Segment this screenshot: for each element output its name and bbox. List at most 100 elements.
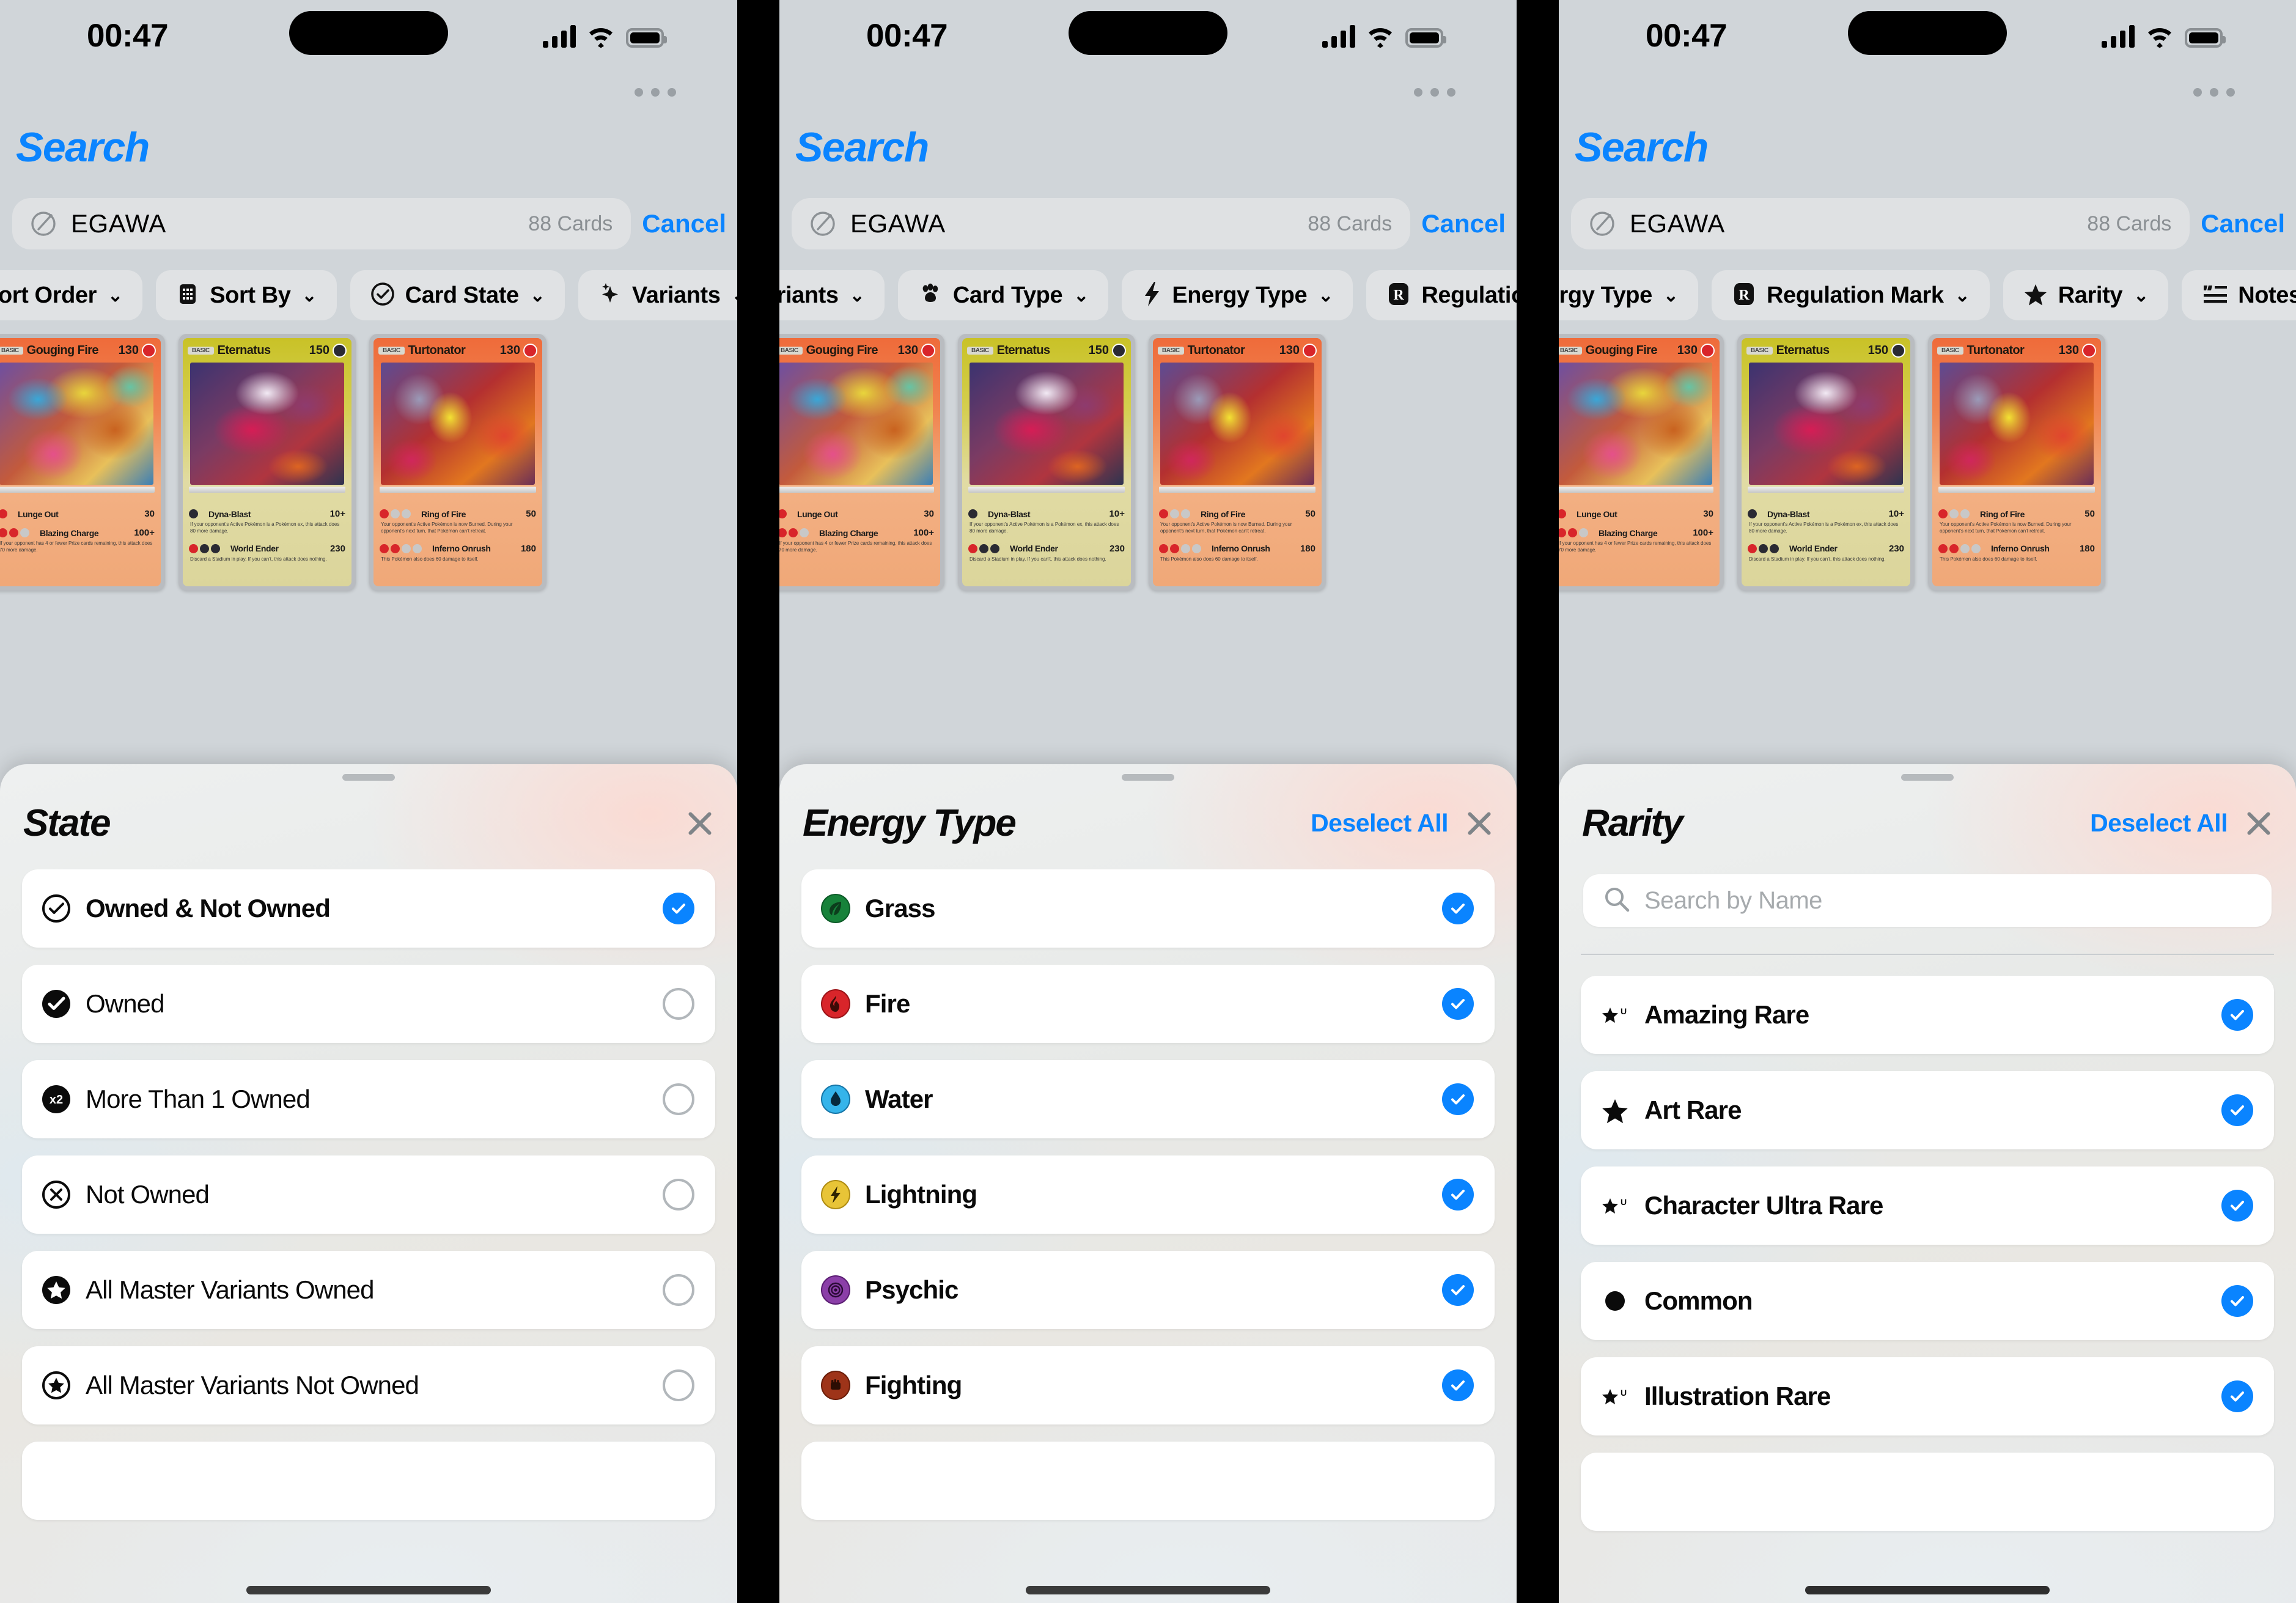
card-turtonator[interactable]: BASIC Turtonator 130 Ring of Fire 50 Your… xyxy=(369,334,546,591)
option-more-than-1-owned[interactable]: x2 More Than 1 Owned xyxy=(22,1060,715,1138)
card-eternatus[interactable]: BASIC Eternatus 150 Dyna-Blast 10+ If you… xyxy=(1737,334,1915,591)
filter-chip-row[interactable]: Sort Order ⌄ Sort By ⌄ Card State ⌄ Vari… xyxy=(0,270,737,320)
close-icon[interactable] xyxy=(685,808,715,839)
option-owned[interactable]: Owned xyxy=(22,965,715,1043)
checkbox-checked[interactable] xyxy=(663,893,694,924)
checkbox-checked[interactable] xyxy=(1442,1083,1474,1115)
option-partial[interactable] xyxy=(22,1442,715,1520)
card-stage: BASIC xyxy=(188,346,214,355)
checkbox-checked[interactable] xyxy=(2221,1190,2253,1222)
radio-unchecked[interactable] xyxy=(663,1274,694,1306)
card-turtonator[interactable]: BASIC Turtonator 130 Ring of Fire 50 Your… xyxy=(1928,334,2105,591)
checkbox-checked[interactable] xyxy=(2221,999,2253,1031)
option-owned-and-not-owned[interactable]: Owned & Not Owned xyxy=(22,869,715,948)
card-gouging-fire[interactable]: BASIC Gouging Fire 130 Lunge Out 30 Blazi… xyxy=(1559,334,1724,591)
attack-damage: 50 xyxy=(1305,509,1315,519)
option-art-rare[interactable]: Art Rare xyxy=(1581,1071,2274,1149)
grid-icon xyxy=(175,282,200,309)
chip-variants[interactable]: Variants ⌄ xyxy=(578,270,737,320)
card-eternatus[interactable]: BASIC Eternatus 150 Dyna-Blast 10+ If you… xyxy=(958,334,1135,591)
option-lightning[interactable]: Lightning xyxy=(801,1155,1495,1234)
chip-card-state[interactable]: Card State ⌄ xyxy=(350,270,565,320)
card-results-strip[interactable]: BASIC Gouging Fire 130 Lunge Out 30 Blazi… xyxy=(0,334,737,597)
chip-label: Energy Type xyxy=(1172,282,1308,308)
close-icon[interactable] xyxy=(2243,808,2274,839)
chip-variants[interactable]: Variants ⌄ xyxy=(779,270,885,320)
deselect-all-button[interactable]: Deselect All xyxy=(1311,809,1448,838)
option-fighting[interactable]: Fighting xyxy=(801,1346,1495,1424)
chevron-down-icon: ⌄ xyxy=(1663,285,1679,306)
check-circle-outline-icon xyxy=(40,893,72,924)
chip-label: Energy Type xyxy=(1559,282,1652,308)
chip-sort-by[interactable]: Sort By ⌄ xyxy=(156,270,337,320)
card-gouging-fire[interactable]: BASIC Gouging Fire 130 Lunge Out 30 Blazi… xyxy=(0,334,165,591)
option-grass[interactable]: Grass xyxy=(801,869,1495,948)
checkbox-checked[interactable] xyxy=(1442,1179,1474,1211)
search-input[interactable]: EGAWA 88 Cards xyxy=(12,198,631,249)
checkbox-checked[interactable] xyxy=(2221,1094,2253,1126)
close-icon[interactable] xyxy=(1464,808,1495,839)
chip-regulation-mark[interactable]: R Regulation Mark xyxy=(1366,270,1517,320)
option-partial[interactable] xyxy=(801,1442,1495,1520)
option-amazing-rare[interactable]: U Amazing Rare xyxy=(1581,976,2274,1054)
sheet-grabber[interactable] xyxy=(1122,774,1174,781)
card-eternatus[interactable]: BASIC Eternatus 150 Dyna-Blast 10+ If you… xyxy=(178,334,356,591)
card-gouging-fire[interactable]: BASIC Gouging Fire 130 Lunge Out 30 Blazi… xyxy=(779,334,944,591)
chip-energy-type[interactable]: Energy Type ⌄ xyxy=(1559,270,1698,320)
more-options-icon[interactable] xyxy=(635,88,676,97)
checkbox-checked[interactable] xyxy=(1442,1369,1474,1401)
chip-rarity[interactable]: Rarity ⌄ xyxy=(2003,270,2169,320)
chip-notes[interactable]: Notes ⌄ xyxy=(2182,270,2296,320)
more-options-icon[interactable] xyxy=(2193,88,2235,97)
option-label: All Master Variants Owned xyxy=(86,1275,374,1304)
more-options-icon[interactable] xyxy=(1414,88,1455,97)
option-all-master-variants-owned[interactable]: All Master Variants Owned xyxy=(22,1251,715,1329)
option-character-ultra-rare[interactable]: U Character Ultra Rare xyxy=(1581,1166,2274,1245)
search-input[interactable]: EGAWA 88 Cards xyxy=(1571,198,2190,249)
chip-label: Variants xyxy=(631,282,721,308)
option-common[interactable]: Common xyxy=(1581,1262,2274,1340)
chip-label: Regulation Mark xyxy=(1767,282,1944,308)
chip-energy-type[interactable]: Energy Type ⌄ xyxy=(1122,270,1353,320)
card-turtonator[interactable]: BASIC Turtonator 130 Ring of Fire 50 Your… xyxy=(1149,334,1326,591)
card-artwork xyxy=(1749,363,1903,485)
sheet-grabber[interactable] xyxy=(1901,774,1954,781)
option-fire[interactable]: Fire xyxy=(801,965,1495,1043)
option-not-owned[interactable]: Not Owned xyxy=(22,1155,715,1234)
option-illustration-rare[interactable]: U Illustration Rare xyxy=(1581,1357,2274,1435)
search-input[interactable]: EGAWA 88 Cards xyxy=(792,198,1411,249)
option-water[interactable]: Water xyxy=(801,1060,1495,1138)
option-label: More Than 1 Owned xyxy=(86,1085,311,1113)
chip-sort-order[interactable]: Sort Order ⌄ xyxy=(0,270,143,320)
cancel-button[interactable]: Cancel xyxy=(1421,209,1510,238)
card-stage: BASIC xyxy=(0,346,23,355)
radio-unchecked[interactable] xyxy=(663,1369,694,1401)
radio-unchecked[interactable] xyxy=(663,1179,694,1211)
filter-chip-row[interactable]: Variants ⌄ Card Type ⌄ Energy Type ⌄ R R… xyxy=(779,270,1517,320)
sheet-grabber[interactable] xyxy=(342,774,395,781)
option-all-master-variants-not-owned[interactable]: All Master Variants Not Owned xyxy=(22,1346,715,1424)
cancel-button[interactable]: Cancel xyxy=(2201,209,2290,238)
chip-regulation-mark[interactable]: R Regulation Mark ⌄ xyxy=(1712,270,1990,320)
option-psychic[interactable]: Psychic xyxy=(801,1251,1495,1329)
notes-icon xyxy=(2201,282,2228,309)
radio-unchecked[interactable] xyxy=(663,988,694,1020)
rarity-search-input[interactable]: Search by Name xyxy=(1583,874,2272,927)
cancel-button[interactable]: Cancel xyxy=(642,209,731,238)
attack-damage: 230 xyxy=(1888,543,1904,554)
checkbox-checked[interactable] xyxy=(2221,1380,2253,1412)
card-results-strip[interactable]: BASIC Gouging Fire 130 Lunge Out 30 Blazi… xyxy=(1559,334,2296,597)
checkbox-checked[interactable] xyxy=(1442,893,1474,924)
deselect-all-button[interactable]: Deselect All xyxy=(2090,809,2228,838)
card-hp: 150 xyxy=(1867,343,1888,357)
checkbox-checked[interactable] xyxy=(2221,1285,2253,1317)
checkbox-checked[interactable] xyxy=(1442,1274,1474,1306)
wifi-icon xyxy=(2146,24,2174,48)
radio-unchecked[interactable] xyxy=(663,1083,694,1115)
option-partial[interactable] xyxy=(1581,1453,2274,1531)
chip-card-type[interactable]: Card Type ⌄ xyxy=(897,270,1109,320)
energy-type-filter-sheet: Energy Type Deselect All Grass Fire Wate… xyxy=(779,764,1517,1603)
filter-chip-row[interactable]: Energy Type ⌄ R Regulation Mark ⌄ Rarity… xyxy=(1559,270,2296,320)
checkbox-checked[interactable] xyxy=(1442,988,1474,1020)
card-results-strip[interactable]: BASIC Gouging Fire 130 Lunge Out 30 Blazi… xyxy=(779,334,1517,597)
